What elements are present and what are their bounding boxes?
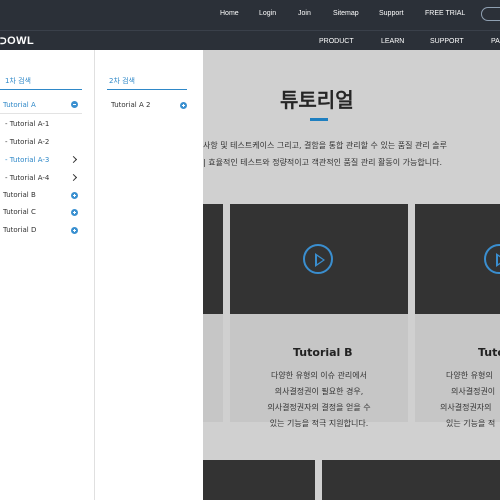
title-underline [310, 118, 328, 121]
top-utility-bar: Home Login Join Sitemap Support FREE TRI… [0, 0, 500, 30]
card-title-b: Tutorial B [293, 346, 353, 359]
menu-item-tutorial-c[interactable]: Tutorial C [3, 208, 36, 216]
nav-support[interactable]: SUPPORT [430, 38, 464, 45]
menu-item-tutorial-a-4[interactable]: - Tutorial A-4 [5, 174, 49, 182]
menu2-heading-underline [107, 89, 187, 90]
play-icon[interactable] [303, 244, 333, 274]
minus-icon[interactable] [71, 101, 78, 108]
card-image-row2-a[interactable] [203, 460, 315, 500]
support-link[interactable]: Support [379, 10, 404, 17]
card-text-b-1: 다양한 유형의 이슈 관리에서 [271, 371, 367, 380]
card-body-a[interactable] [203, 314, 223, 422]
card-text-c-1: 다양한 유형의 [446, 371, 493, 380]
free-trial-link[interactable]: FREE TRIAL [425, 10, 465, 17]
join-link[interactable]: Join [298, 10, 311, 17]
nav-learn[interactable]: LEARN [381, 38, 404, 45]
home-link[interactable]: Home [220, 10, 239, 17]
menu-level-2: 2차 검색 Tutorial A 2 [95, 50, 203, 500]
login-link[interactable]: Login [259, 10, 276, 17]
divider [0, 113, 82, 114]
plus-icon[interactable] [71, 209, 78, 216]
menu-level-1: 1차 검색 Tutorial A - Tutorial A-1 - Tutori… [0, 50, 95, 500]
card-text-b-4: 있는 기능을 적극 지원합니다. [269, 419, 369, 428]
card-text-c-2: 의사결정권이 [451, 387, 496, 396]
description-line-2: | 효율적인 테스트와 정량적이고 객관적인 품질 관리 활동이 가능합니다. [203, 158, 443, 167]
menu1-heading: 1차 검색 [5, 77, 31, 85]
main-nav: ᑐOWL PRODUCT LEARN SUPPORT PA [0, 30, 500, 50]
plus-icon[interactable] [71, 192, 78, 199]
card-text-c-4: 있는 기능을 적 [446, 419, 496, 428]
sitemap-link[interactable]: Sitemap [333, 10, 359, 17]
menu-item-tutorial-a-2-sub[interactable]: Tutorial A 2 [111, 101, 150, 109]
card-title-c: Tuto [478, 346, 500, 359]
menu1-heading-underline [0, 89, 82, 90]
card-image-c[interactable] [415, 204, 500, 314]
card-image-a[interactable] [203, 204, 223, 314]
description-line-1: 사항 및 테스트케이스 그리고, 결함을 통합 관리할 수 있는 품질 관리 솔… [203, 141, 447, 150]
card-text-c-3: 의사결정권자의 [440, 403, 492, 412]
menu-item-tutorial-d[interactable]: Tutorial D [3, 226, 36, 234]
menu-item-tutorial-a-1[interactable]: - Tutorial A-1 [5, 120, 49, 128]
menu-item-tutorial-a-3[interactable]: - Tutorial A-3 [5, 156, 49, 164]
chevron-right-icon[interactable] [69, 173, 78, 182]
plus-icon[interactable] [71, 227, 78, 234]
play-icon[interactable] [484, 244, 500, 274]
card-text-b-2: 의사결정권이 필요한 경우, [274, 387, 364, 396]
plus-icon[interactable] [180, 102, 187, 109]
nav-pa[interactable]: PA [491, 38, 500, 45]
menu-item-tutorial-a[interactable]: Tutorial A [3, 101, 36, 109]
card-text-b-3: 의사결정권자의 결정을 얻을 수 [267, 403, 371, 412]
menu-item-tutorial-b[interactable]: Tutorial B [3, 191, 36, 199]
menu-item-tutorial-a-2[interactable]: - Tutorial A-2 [5, 138, 49, 146]
menu2-heading: 2차 검색 [109, 77, 135, 85]
logo-text: OWL [7, 35, 35, 47]
chevron-right-icon[interactable] [69, 155, 78, 164]
search-pill[interactable] [481, 7, 500, 21]
page-title: 튜토리얼 [280, 88, 354, 112]
logo[interactable]: ᑐOWL [0, 35, 34, 47]
nav-product[interactable]: PRODUCT [319, 38, 354, 45]
card-image-b[interactable] [230, 204, 408, 314]
card-image-row2-b[interactable] [322, 460, 500, 500]
